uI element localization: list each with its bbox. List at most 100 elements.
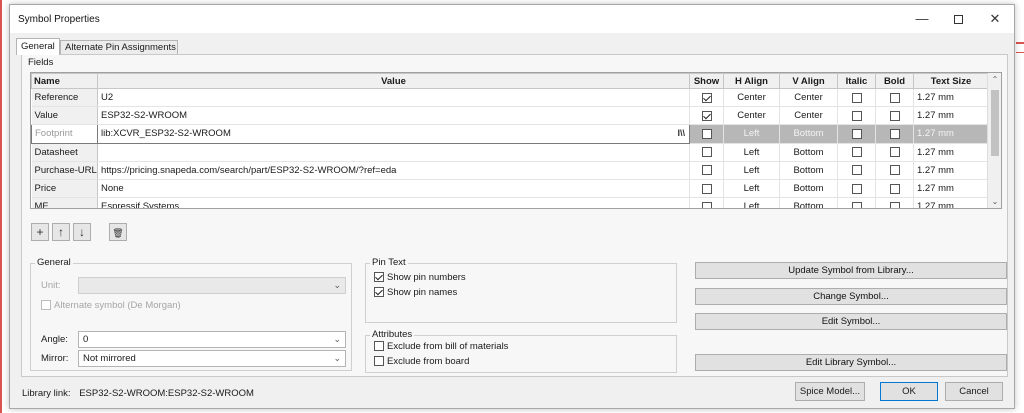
field-row-purchase-url[interactable]: Purchase-URL https://pricing.snapeda.com/…: [31, 161, 989, 180]
field-italic-cell[interactable]: [837, 179, 876, 199]
field-h-align-cell[interactable]: Left: [723, 179, 780, 199]
column-header-name[interactable]: Name: [31, 73, 98, 89]
show-checkbox[interactable]: [701, 92, 712, 103]
arrow-up-row-button[interactable]: ↑: [52, 223, 70, 241]
exclude-board-checkbox[interactable]: Exclude from board: [374, 356, 469, 367]
field-text-size-cell[interactable]: 1.27 mm: [913, 179, 989, 199]
field-v-align-cell[interactable]: Bottom: [779, 161, 838, 180]
bold-checkbox[interactable]: [889, 201, 900, 208]
field-bold-cell[interactable]: [875, 124, 914, 144]
bold-checkbox[interactable]: [889, 110, 900, 121]
italic-checkbox[interactable]: [851, 110, 862, 121]
field-name-cell[interactable]: Value: [31, 106, 98, 126]
column-header-show[interactable]: Show: [689, 73, 724, 89]
change-symbol-button[interactable]: Change Symbol...: [695, 288, 1007, 305]
field-name-cell[interactable]: Purchase-URL: [31, 161, 98, 180]
field-row-datasheet[interactable]: Datasheet Left Bottom 1.27 mm: [31, 143, 989, 162]
field-value-cell[interactable]: None: [97, 179, 690, 199]
field-h-align-cell[interactable]: Left: [723, 197, 780, 208]
spice-model-button[interactable]: Spice Model...: [795, 382, 865, 401]
field-value-cell[interactable]: ESP32-S2-WROOM: [97, 106, 690, 126]
field-text-size-cell[interactable]: 1.27 mm: [913, 88, 989, 108]
edit-library-symbol-button[interactable]: Edit Library Symbol...: [695, 354, 1007, 371]
field-bold-cell[interactable]: [875, 106, 914, 126]
column-header-italic[interactable]: Italic: [837, 73, 876, 89]
bold-checkbox[interactable]: [889, 128, 900, 139]
field-value-cell[interactable]: Espressif Systems: [97, 197, 690, 208]
bold-checkbox[interactable]: [889, 165, 900, 176]
field-text-size-cell[interactable]: 1.27 mm: [913, 106, 989, 126]
column-header-bold[interactable]: Bold: [875, 73, 914, 89]
field-value-cell[interactable]: [97, 143, 690, 162]
field-show-cell[interactable]: [689, 88, 724, 108]
italic-checkbox[interactable]: [851, 128, 862, 139]
field-h-align-cell[interactable]: Center: [723, 106, 780, 126]
show-checkbox[interactable]: [701, 165, 712, 176]
field-row-price[interactable]: Price None Left Bottom 1.27 mm: [31, 179, 989, 199]
mirror-select[interactable]: Not mirrored ⌄: [78, 350, 346, 367]
field-name-cell[interactable]: Footprint: [31, 124, 98, 144]
tab-general[interactable]: General: [16, 38, 60, 55]
field-v-align-cell[interactable]: Bottom: [779, 143, 838, 162]
column-header-value[interactable]: Value: [97, 73, 690, 89]
field-value-cell[interactable]: U2: [97, 88, 690, 108]
italic-checkbox[interactable]: [851, 165, 862, 176]
update-symbol-button[interactable]: Update Symbol from Library...: [695, 262, 1007, 279]
show-pin-numbers-checkbox[interactable]: Show pin numbers: [374, 272, 466, 283]
field-bold-cell[interactable]: [875, 161, 914, 180]
field-name-cell[interactable]: Reference: [31, 88, 98, 108]
field-show-cell[interactable]: [689, 179, 724, 199]
bold-checkbox[interactable]: [889, 92, 900, 103]
add-row-button[interactable]: +: [31, 223, 49, 241]
cancel-button[interactable]: Cancel: [945, 382, 1003, 401]
field-text-size-cell[interactable]: 1.27 mm: [913, 143, 989, 162]
field-value-cell[interactable]: lib:XCVR_ESP32-S2-WROOM I\\: [97, 124, 690, 144]
bold-checkbox[interactable]: [889, 147, 900, 158]
show-checkbox[interactable]: [701, 201, 712, 208]
field-h-align-cell[interactable]: Center: [723, 88, 780, 108]
scroll-up-icon[interactable]: ⌃: [988, 75, 1001, 84]
italic-checkbox[interactable]: [851, 147, 862, 158]
bold-checkbox[interactable]: [889, 183, 900, 194]
italic-checkbox[interactable]: [851, 201, 862, 208]
field-show-cell[interactable]: [689, 143, 724, 162]
column-header-v-align[interactable]: V Align: [779, 73, 838, 89]
field-bold-cell[interactable]: [875, 143, 914, 162]
field-v-align-cell[interactable]: Bottom: [779, 197, 838, 208]
field-name-cell[interactable]: Price: [31, 179, 98, 199]
field-italic-cell[interactable]: [837, 106, 876, 126]
italic-checkbox[interactable]: [851, 183, 862, 194]
field-show-cell[interactable]: [689, 124, 724, 144]
trash-row-button[interactable]: 🗑: [109, 223, 127, 241]
show-pin-names-checkbox[interactable]: Show pin names: [374, 287, 457, 298]
field-italic-cell[interactable]: [837, 197, 876, 208]
column-header-h-align[interactable]: H Align: [723, 73, 780, 89]
library-browse-icon[interactable]: I\\: [677, 128, 685, 138]
field-v-align-cell[interactable]: Center: [779, 88, 838, 108]
field-row-mf[interactable]: MF Espressif Systems Left Bottom 1.27 mm: [31, 197, 989, 208]
field-italic-cell[interactable]: [837, 124, 876, 144]
scrollbar-thumb[interactable]: [991, 90, 999, 156]
field-v-align-cell[interactable]: Bottom: [779, 179, 838, 199]
maximize-button[interactable]: [943, 9, 973, 29]
field-italic-cell[interactable]: [837, 161, 876, 180]
angle-select[interactable]: 0 ⌄: [78, 331, 346, 348]
exclude-bom-checkbox[interactable]: Exclude from bill of materials: [374, 341, 508, 352]
show-checkbox[interactable]: [701, 147, 712, 158]
fields-scrollbar[interactable]: ⌃ ⌄: [987, 73, 1001, 208]
field-show-cell[interactable]: [689, 197, 724, 208]
tab-alternate-pin-assignments[interactable]: Alternate Pin Assignments: [60, 40, 178, 54]
field-row-value[interactable]: Value ESP32-S2-WROOM Center Center 1.27 mm: [31, 106, 989, 126]
show-checkbox[interactable]: [701, 183, 712, 194]
field-v-align-cell[interactable]: Bottom: [779, 124, 838, 144]
field-h-align-cell[interactable]: Left: [723, 124, 780, 144]
field-text-size-cell[interactable]: 1.27 mm: [913, 124, 989, 144]
arrow-down-row-button[interactable]: ↓: [73, 223, 91, 241]
scroll-down-icon[interactable]: ⌄: [988, 197, 1001, 206]
italic-checkbox[interactable]: [851, 92, 862, 103]
field-show-cell[interactable]: [689, 106, 724, 126]
field-v-align-cell[interactable]: Center: [779, 106, 838, 126]
field-row-footprint[interactable]: Footprint lib:XCVR_ESP32-S2-WROOM I\\ Left B…: [31, 124, 989, 144]
ok-button[interactable]: OK: [880, 382, 938, 401]
field-bold-cell[interactable]: [875, 179, 914, 199]
